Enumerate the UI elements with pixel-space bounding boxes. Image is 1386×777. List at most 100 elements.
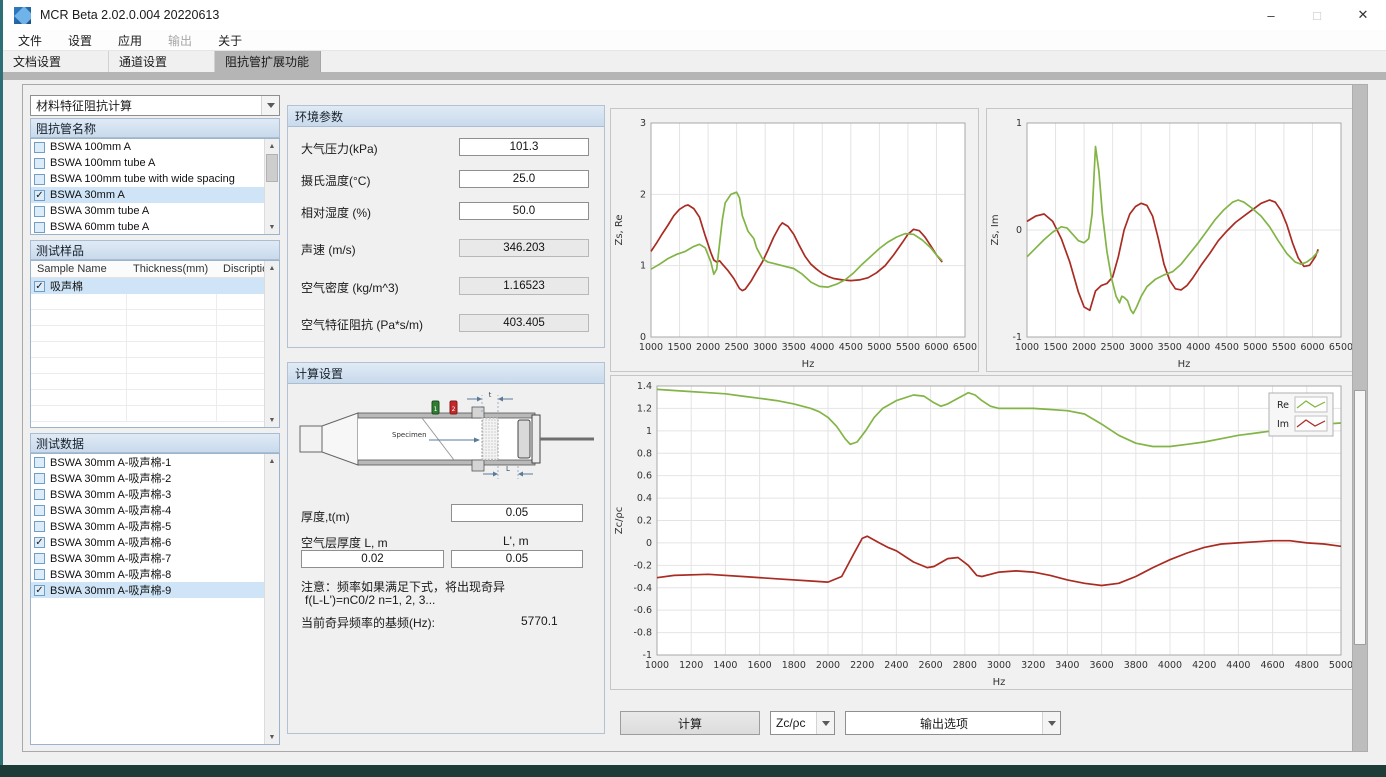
table-header-row: Sample NameThickness(mm)Discription — [31, 261, 264, 278]
svg-text:1.4: 1.4 — [637, 381, 652, 392]
scroll-up-icon[interactable]: ▲ — [265, 139, 279, 153]
menu-item-file[interactable]: 文件 — [5, 32, 55, 49]
empty-table-row — [31, 390, 264, 406]
table-column-header: Sample Name — [31, 263, 127, 275]
svg-text:3000: 3000 — [1129, 342, 1153, 353]
relative-humidity-input[interactable] — [459, 202, 589, 220]
list-item[interactable]: BSWA 30mm A-吸声棉-1 — [31, 454, 279, 470]
checkbox[interactable] — [34, 457, 45, 468]
list-item[interactable]: BSWA 30mm A-吸声棉-2 — [31, 470, 279, 486]
list-item[interactable]: ✓BSWA 30mm A — [31, 187, 279, 203]
scroll-down-icon[interactable]: ▼ — [265, 730, 279, 744]
sample-name-cell: 吸声棉 — [50, 278, 83, 294]
minimize-button[interactable]: – — [1248, 0, 1294, 30]
output-options-dropdown[interactable]: 输出选项 — [845, 711, 1061, 735]
air-density-label: 空气密度 (kg/m^3) — [301, 279, 399, 296]
base-freq-label: 当前奇异频率的基频(Hz): — [301, 614, 435, 631]
tab-document-settings[interactable]: 文档设置 — [3, 51, 109, 72]
calculate-button[interactable]: 计算 — [620, 711, 760, 735]
close-button[interactable]: ✕ — [1340, 0, 1386, 30]
list-item[interactable]: BSWA 30mm A-吸声棉-3 — [31, 486, 279, 502]
svg-text:1000: 1000 — [639, 342, 663, 353]
checkbox[interactable] — [34, 174, 45, 185]
scroll-down-icon[interactable]: ▼ — [265, 413, 279, 427]
checkbox[interactable] — [34, 569, 45, 580]
list-item[interactable]: BSWA 100mm tube with wide spacing — [31, 171, 279, 187]
chart-zc-rho-c: 1000120014001600180020002200240026002800… — [610, 375, 1355, 690]
menu-bar: 文件设置应用输出关于 — [3, 30, 1386, 51]
table-column-header: Discription — [217, 263, 264, 275]
speaker-box — [300, 426, 322, 452]
scroll-down-icon[interactable]: ▼ — [265, 220, 279, 234]
scroll-up-icon[interactable]: ▲ — [265, 454, 279, 468]
svg-text:1600: 1600 — [748, 660, 772, 671]
thickness-input[interactable] — [451, 504, 583, 522]
list-item[interactable]: BSWA 30mm tube A — [31, 203, 279, 219]
air-layer-Lprime-input[interactable] — [451, 550, 583, 568]
tube-list-scrollbar[interactable]: ▲ ▼ — [264, 139, 279, 234]
main-scrollbar-thumb[interactable] — [1354, 390, 1366, 645]
svg-text:2000: 2000 — [1072, 342, 1096, 353]
checkbox[interactable] — [34, 553, 45, 564]
list-item[interactable]: ✓ BSWA 30mm A-吸声棉-6 — [31, 534, 279, 550]
calculation-panel: 计算设置 1 2 — [287, 362, 605, 734]
air-layer-L-input[interactable] — [301, 550, 444, 568]
list-item-label: BSWA 30mm A-吸声棉-6 — [50, 534, 171, 550]
list-item[interactable]: BSWA 60mm tube A — [31, 219, 279, 235]
temperature-input[interactable] — [459, 170, 589, 188]
menu-item-application[interactable]: 应用 — [105, 32, 155, 49]
empty-table-row — [31, 374, 264, 390]
svg-text:0: 0 — [646, 538, 652, 549]
checkbox[interactable] — [34, 206, 45, 217]
table-row[interactable]: ✓ 吸声棉 — [31, 278, 264, 294]
svg-text:2500: 2500 — [725, 342, 749, 353]
svg-text:3: 3 — [640, 118, 646, 129]
sample-section-header: 测试样品 — [30, 240, 280, 260]
svg-text:3500: 3500 — [1158, 342, 1182, 353]
atmospheric-pressure-input[interactable] — [459, 138, 589, 156]
svg-text:1200: 1200 — [679, 660, 703, 671]
piston-plate — [532, 415, 540, 463]
checkbox[interactable] — [34, 222, 45, 233]
specimen-region — [482, 418, 498, 460]
tab-channel-settings[interactable]: 通道设置 — [109, 51, 215, 72]
menu-item-settings[interactable]: 设置 — [55, 32, 105, 49]
checkbox[interactable] — [34, 521, 45, 532]
maximize-button[interactable]: □ — [1294, 0, 1340, 30]
air-layer-label2: L', m — [503, 534, 529, 548]
list-item[interactable]: ✓BSWA 30mm A-吸声棉-9 — [31, 582, 279, 598]
main-scrollbar[interactable] — [1352, 84, 1368, 752]
temperature-label: 摄氏温度(°C) — [301, 172, 370, 189]
scroll-up-icon[interactable]: ▲ — [265, 261, 279, 275]
checkbox[interactable] — [34, 142, 45, 153]
data-list-scrollbar[interactable]: ▲ ▼ — [264, 454, 279, 744]
checkbox[interactable] — [34, 473, 45, 484]
checkbox[interactable] — [34, 489, 45, 500]
list-item[interactable]: BSWA 100mm A — [31, 139, 279, 155]
svg-text:0.2: 0.2 — [637, 516, 652, 527]
list-item[interactable]: BSWA 30mm A-吸声棉-5 — [31, 518, 279, 534]
base-freq-value: 5770.1 — [521, 614, 558, 628]
unit-dropdown[interactable]: Zc/ρc — [770, 711, 835, 735]
menu-item-about[interactable]: 关于 — [205, 32, 255, 49]
checkbox[interactable]: ✓ — [34, 281, 45, 292]
svg-text:2200: 2200 — [850, 660, 874, 671]
sample-table-scrollbar[interactable]: ▲ ▼ — [264, 261, 279, 427]
svg-text:-1: -1 — [1013, 332, 1022, 343]
checkbox[interactable]: ✓ — [34, 190, 45, 201]
list-item[interactable]: BSWA 30mm A-吸声棉-7 — [31, 550, 279, 566]
list-item[interactable]: BSWA 30mm A-吸声棉-4 — [31, 502, 279, 518]
scrollbar-thumb[interactable] — [266, 154, 278, 182]
svg-text:-0.6: -0.6 — [633, 605, 652, 616]
tab-impedance-tube-extension[interactable]: 阻抗管扩展功能 — [215, 51, 321, 72]
checkbox[interactable] — [34, 505, 45, 516]
tube-section-header: 阻抗管名称 — [30, 118, 280, 138]
checkbox[interactable]: ✓ — [34, 537, 45, 548]
checkbox[interactable]: ✓ — [34, 585, 45, 596]
list-item[interactable]: BSWA 30mm A-吸声棉-8 — [31, 566, 279, 582]
checkbox[interactable] — [34, 158, 45, 169]
calc-type-dropdown[interactable]: 材料特征阻抗计算 — [30, 95, 280, 116]
calc-type-value: 材料特征阻抗计算 — [31, 97, 261, 114]
list-item[interactable]: BSWA 100mm tube A — [31, 155, 279, 171]
svg-text:1: 1 — [434, 406, 438, 413]
